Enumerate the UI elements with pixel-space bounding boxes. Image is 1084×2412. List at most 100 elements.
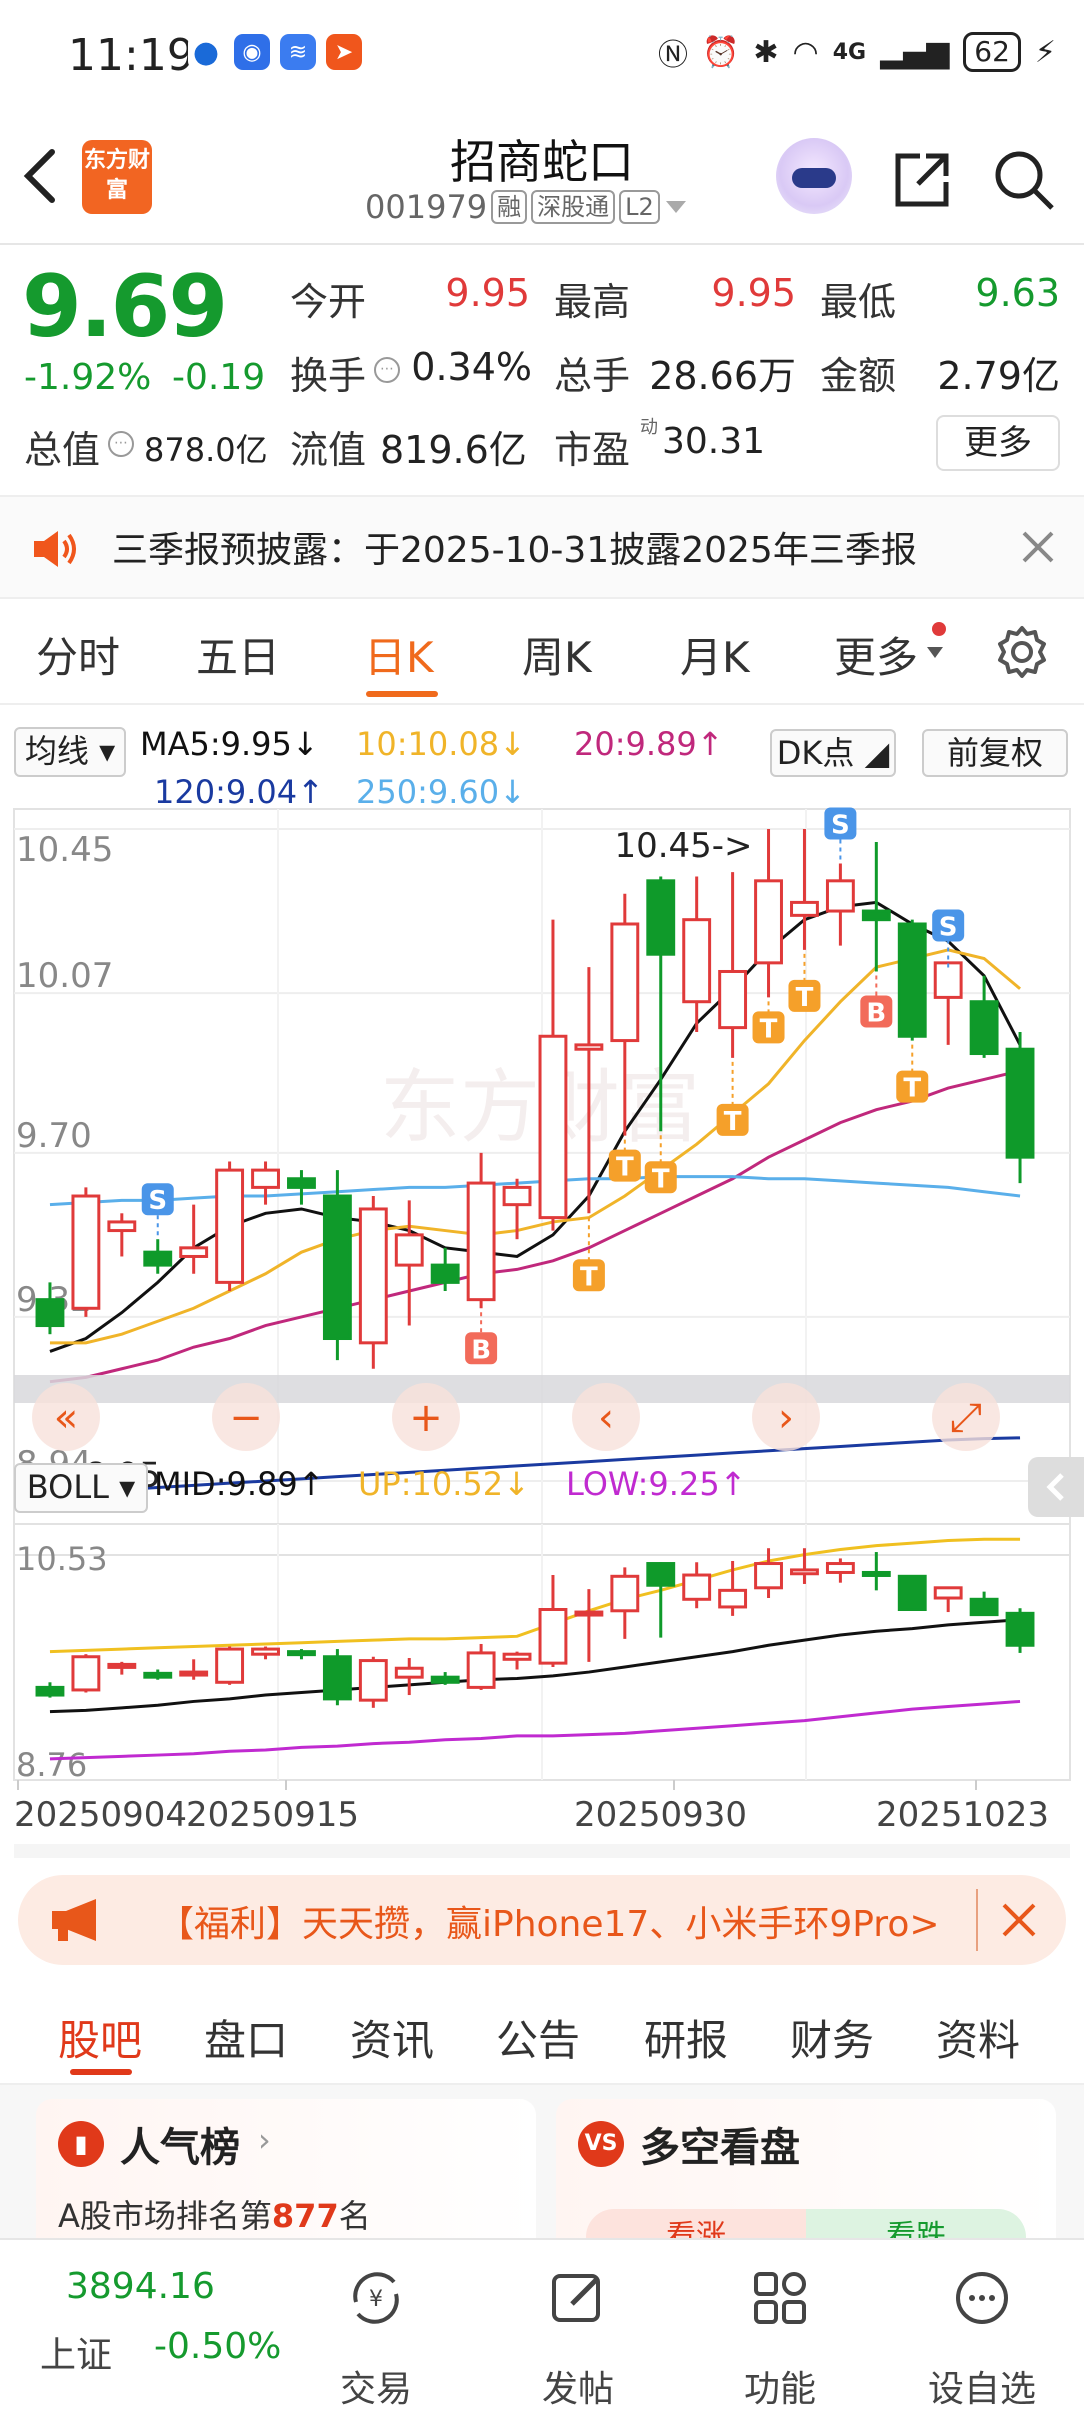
- boll-up-label: UP:10.52↓: [358, 1465, 530, 1503]
- dk-label: DK点: [776, 734, 855, 772]
- tab-news[interactable]: 资讯: [350, 2007, 434, 2068]
- post-icon[interactable]: [508, 2266, 648, 2342]
- dropdown-icon[interactable]: [664, 197, 688, 217]
- trade-icon[interactable]: ¥: [306, 2266, 446, 2342]
- signal-icon: ▂▄▆: [880, 34, 950, 70]
- chevron-left-icon: [1046, 1473, 1064, 1501]
- notification-icon: ≋: [280, 34, 316, 70]
- indicator-selector-label: BOLL: [26, 1468, 109, 1506]
- new-dot: [932, 622, 946, 636]
- divider: [976, 1889, 978, 1951]
- stock-code: 001979: [365, 188, 488, 226]
- boll-candle-body: [287, 1650, 316, 1657]
- tab-daily-k[interactable]: 日K: [364, 624, 434, 685]
- candle-body: [143, 1250, 173, 1267]
- tab-timeshare[interactable]: 分时: [36, 624, 120, 685]
- active-tab-underline: [366, 691, 438, 697]
- amount-label: 金额: [820, 354, 897, 398]
- charging-icon: ⚡: [1034, 34, 1056, 70]
- tab-profile[interactable]: 资料: [936, 2007, 1020, 2068]
- rank-number: 877: [271, 2197, 339, 2235]
- search-button[interactable]: [992, 148, 1056, 212]
- nav-trade[interactable]: 交易: [306, 2360, 446, 2412]
- candle-body: [861, 909, 891, 922]
- candle-body: [574, 1043, 604, 1051]
- boll-candle-body: [574, 1610, 604, 1617]
- info-icon[interactable]: ⋯: [108, 431, 134, 457]
- zoom-in-icon-glyph: +: [409, 1395, 443, 1441]
- boll-candle-body: [251, 1647, 280, 1656]
- rank-prefix: A股市场排名第: [58, 2197, 272, 2235]
- nfc-icon: Ⓝ: [658, 38, 688, 73]
- notice-bar[interactable]: 三季报预披露：于2025-10-31披露2025年三季报: [0, 495, 1084, 599]
- candle-body: [322, 1194, 352, 1341]
- y-axis-tick-label: 10.07: [16, 956, 113, 996]
- close-icon[interactable]: [1000, 1901, 1038, 1939]
- ma-selector[interactable]: 均线 ▾: [14, 727, 126, 777]
- bull-bear-card[interactable]: VS 多空看盘 看涨 看跌: [556, 2099, 1056, 2265]
- index-name: 上证: [40, 2335, 113, 2376]
- tab-five-day[interactable]: 五日: [196, 624, 280, 685]
- boll-candle-body: [71, 1655, 101, 1692]
- period-tabs: 分时 五日 日K 周K 月K 更多: [0, 600, 1084, 705]
- index-change: -0.50%: [154, 2326, 282, 2367]
- collapse-panel-button[interactable]: [1028, 1457, 1084, 1517]
- tab-monthly-k[interactable]: 月K: [680, 624, 750, 685]
- ai-assistant-icon[interactable]: [776, 138, 852, 214]
- popularity-card[interactable]: ▮ 人气榜 › A股市场排名第877名: [36, 2099, 536, 2259]
- signal-badge-label: B: [471, 1335, 491, 1365]
- tab-forum[interactable]: 股吧: [58, 2007, 142, 2068]
- adjust-button[interactable]: 前复权: [922, 729, 1068, 777]
- boll-candle-body: [754, 1562, 783, 1590]
- boll-candle-body: [35, 1685, 65, 1697]
- active-tab-underline: [70, 2069, 132, 2075]
- share-button[interactable]: [890, 148, 954, 212]
- tab-research[interactable]: 研报: [644, 2007, 728, 2068]
- low-value: 9.63: [975, 271, 1060, 315]
- change-percent: -1.92%: [24, 357, 152, 398]
- boll-candle-body: [358, 1659, 388, 1702]
- watchlist-icon[interactable]: [912, 2266, 1052, 2342]
- candle-body: [1005, 1047, 1035, 1159]
- stock-header: 东方财富 招商蛇口 001979 融 深股通 L2: [0, 110, 1084, 245]
- nav-post[interactable]: 发帖: [508, 2360, 648, 2412]
- indicator-selector[interactable]: BOLL ▾: [14, 1463, 148, 1513]
- rank-suffix: 名: [338, 2197, 371, 2235]
- volume-label: 总手: [554, 354, 631, 398]
- tab-more[interactable]: 更多: [834, 624, 918, 685]
- open-value: 9.95: [445, 271, 530, 315]
- boll-candle-body: [322, 1655, 352, 1701]
- tab-weekly-k[interactable]: 周K: [522, 624, 592, 685]
- function-icon[interactable]: [710, 2266, 850, 2342]
- close-icon[interactable]: [1020, 529, 1056, 565]
- turnover-value: 0.34%: [411, 345, 532, 389]
- chevron-right-icon: ›: [258, 2121, 271, 2159]
- signal-badge-label: S: [148, 1186, 167, 1216]
- open-label: 今开: [290, 280, 367, 324]
- notification-icon: ◉: [234, 34, 270, 70]
- promo-banner[interactable]: 【福利】天天攒，赢iPhone17、小米手环9Pro>: [18, 1875, 1066, 1965]
- more-quote-button[interactable]: 更多: [936, 415, 1060, 471]
- candle-body: [969, 1000, 999, 1056]
- nav-functions[interactable]: 功能: [710, 2360, 850, 2412]
- float-label: 流值: [290, 428, 367, 472]
- boll-candle-body: [1005, 1611, 1035, 1647]
- boll-candle-body: [933, 1586, 963, 1600]
- nav-add-watchlist[interactable]: 设自选: [912, 2360, 1052, 2412]
- dk-point-button[interactable]: DK点 ◢: [770, 729, 896, 777]
- chevron-double-left-icon-glyph: «: [54, 1395, 78, 1441]
- signal-badge-label: S: [939, 912, 958, 942]
- wifi-icon: ◠: [792, 34, 819, 70]
- volume-value: 28.66万: [649, 354, 796, 398]
- tab-announcements[interactable]: 公告: [496, 2007, 580, 2068]
- boll-mid-label: MID:9.89↑: [154, 1465, 325, 1503]
- boll-chart[interactable]: 10.53 8.76 2025090420250915 20250930 2025102…: [0, 1520, 1084, 1860]
- candle-body: [754, 879, 783, 965]
- tab-financials[interactable]: 财务: [790, 2007, 874, 2068]
- boll-candle-body: [466, 1651, 496, 1689]
- settings-gear-icon[interactable]: [994, 624, 1050, 680]
- tab-orderbook[interactable]: 盘口: [204, 2007, 288, 2068]
- ma-line-ma250: [49, 1175, 1021, 1207]
- info-icon[interactable]: ⋯: [374, 357, 400, 383]
- chevron-right-icon-glyph: ›: [778, 1395, 794, 1441]
